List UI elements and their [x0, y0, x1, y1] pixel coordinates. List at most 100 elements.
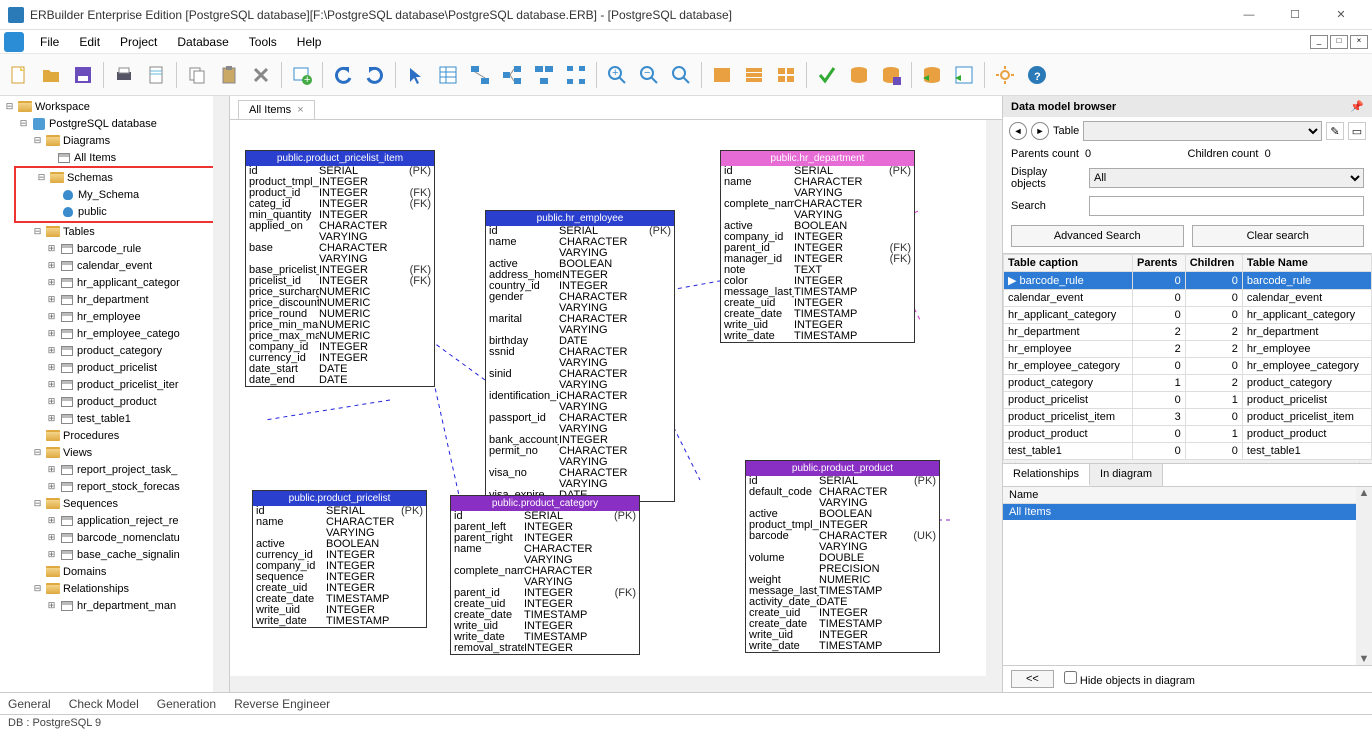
tree-item[interactable]: ⊞calendar_event	[4, 257, 229, 274]
grid-hscroll[interactable]: ◄►	[1003, 460, 1372, 463]
tree-public[interactable]: public	[18, 203, 221, 220]
menu-file[interactable]: File	[30, 31, 69, 53]
table-gen-icon[interactable]	[949, 60, 979, 90]
tab-relationships[interactable]: Relationships	[1003, 464, 1090, 486]
canvas-tab[interactable]: All Items×	[238, 100, 315, 119]
list-vscroll[interactable]: ▲▼	[1356, 487, 1372, 665]
undo-icon[interactable]	[328, 60, 358, 90]
menu-project[interactable]: Project	[110, 31, 167, 53]
btab-general[interactable]: General	[8, 697, 51, 711]
relationships-list[interactable]: Name All Items ▲▼	[1003, 486, 1372, 665]
er-table[interactable]: public.hr_departmentidSERIAL(PK)nameCHAR…	[720, 150, 915, 343]
tree-workspace[interactable]: ⊟Workspace	[4, 98, 229, 115]
tree-scrollbar[interactable]	[213, 96, 229, 692]
table-row[interactable]: product_pricelist01product_pricelist	[1004, 392, 1372, 409]
tree-item[interactable]: ⊞product_product	[4, 393, 229, 410]
table-row[interactable]: hr_department22hr_department	[1004, 324, 1372, 341]
edit-icon[interactable]: ✎	[1326, 122, 1344, 140]
tree-item[interactable]: ⊞product_category	[4, 342, 229, 359]
table-row[interactable]: product_product01product_product	[1004, 426, 1372, 443]
tree-item[interactable]: ⊞hr_department	[4, 291, 229, 308]
tree-sequences[interactable]: ⊟Sequences	[4, 495, 229, 512]
relation4-icon[interactable]	[561, 60, 591, 90]
menu-tools[interactable]: Tools	[239, 31, 287, 53]
tree-item[interactable]: ⊞report_stock_forecas	[4, 478, 229, 495]
canvas-vscroll[interactable]	[986, 120, 1002, 692]
table-row[interactable]: product_pricelist_item30product_pricelis…	[1004, 409, 1372, 426]
tree-item[interactable]: ⊞barcode_rule	[4, 240, 229, 257]
table-row[interactable]: hr_employee22hr_employee	[1004, 341, 1372, 358]
mdi-minimize[interactable]: _	[1310, 35, 1328, 49]
hide-checkbox[interactable]	[1064, 671, 1077, 684]
check-icon[interactable]	[812, 60, 842, 90]
relation2-icon[interactable]	[497, 60, 527, 90]
tree-diagrams[interactable]: ⊟Diagrams	[4, 132, 229, 149]
btab-check[interactable]: Check Model	[69, 697, 139, 711]
table-row[interactable]: ▶ barcode_rule00barcode_rule	[1004, 272, 1372, 290]
menu-edit[interactable]: Edit	[69, 31, 110, 53]
tree-item[interactable]: ⊞hr_employee	[4, 308, 229, 325]
canvas[interactable]: public.product_pricelist_itemidSERIAL(PK…	[230, 120, 1002, 692]
open-icon[interactable]	[36, 60, 66, 90]
zoomin-icon[interactable]: +	[602, 60, 632, 90]
table-select[interactable]	[1083, 121, 1322, 141]
tree-item[interactable]: ⊞hr_department_man	[4, 597, 229, 614]
mdi-restore[interactable]: □	[1330, 35, 1348, 49]
er-table[interactable]: public.product_categoryidSERIAL(PK)paren…	[450, 495, 640, 655]
display-select[interactable]: All	[1089, 168, 1364, 188]
tree-tables[interactable]: ⊟Tables	[4, 223, 229, 240]
canvas-hscroll[interactable]	[230, 676, 1002, 692]
clear-search-button[interactable]: Clear search	[1192, 225, 1365, 247]
zoomfit-icon[interactable]	[666, 60, 696, 90]
adv-search-button[interactable]: Advanced Search	[1011, 225, 1184, 247]
paste-icon[interactable]	[214, 60, 244, 90]
grid-icon[interactable]	[433, 60, 463, 90]
maximize-button[interactable]: ☐	[1272, 0, 1318, 30]
view3-icon[interactable]	[771, 60, 801, 90]
hide-checkbox-label[interactable]: Hide objects in diagram	[1064, 671, 1195, 687]
browser-grid[interactable]: Table captionParentsChildrenTable Name ▶…	[1003, 253, 1372, 463]
tree-item[interactable]: ⊞base_cache_signalin	[4, 546, 229, 563]
delete-icon[interactable]	[246, 60, 276, 90]
tab-indiagram[interactable]: In diagram	[1090, 464, 1163, 486]
tree-item[interactable]: ⊞application_reject_re	[4, 512, 229, 529]
tree-procedures[interactable]: Procedures	[4, 427, 229, 444]
tree-item[interactable]: ⊞product_pricelist	[4, 359, 229, 376]
search-input[interactable]	[1089, 196, 1364, 216]
er-table[interactable]: public.product_pricelist_itemidSERIAL(PK…	[245, 150, 435, 387]
table-row[interactable]: test_table100test_table1	[1004, 443, 1372, 460]
table-row[interactable]: hr_applicant_category00hr_applicant_cate…	[1004, 307, 1372, 324]
table-row[interactable]: hr_employee_category00hr_employee_catego…	[1004, 358, 1372, 375]
new-icon[interactable]	[4, 60, 34, 90]
db-reverse-icon[interactable]	[917, 60, 947, 90]
relation3-icon[interactable]	[529, 60, 559, 90]
tree-views[interactable]: ⊟Views	[4, 444, 229, 461]
tree-domains[interactable]: Domains	[4, 563, 229, 580]
copy-icon[interactable]	[182, 60, 212, 90]
table-add-icon[interactable]: +	[287, 60, 317, 90]
tree-item[interactable]: ⊞test_table1	[4, 410, 229, 427]
zoomout-icon[interactable]: −	[634, 60, 664, 90]
tree-item[interactable]: ⊞hr_applicant_categor	[4, 274, 229, 291]
db-gen-icon[interactable]	[844, 60, 874, 90]
nav-fwd-icon[interactable]: ►	[1031, 122, 1049, 140]
tree-item[interactable]: ⊞barcode_nomenclatu	[4, 529, 229, 546]
tree-item[interactable]: ⊞hr_employee_catego	[4, 325, 229, 342]
tree-db[interactable]: ⊟PostgreSQL database	[4, 115, 229, 132]
tree-item[interactable]: ⊞product_pricelist_iter	[4, 376, 229, 393]
pointer-icon[interactable]	[401, 60, 431, 90]
view1-icon[interactable]	[707, 60, 737, 90]
relation1-icon[interactable]	[465, 60, 495, 90]
table-row[interactable]: product_category12product_category	[1004, 375, 1372, 392]
tree-relationships[interactable]: ⊟Relationships	[4, 580, 229, 597]
nav-back-icon[interactable]: ◄	[1009, 122, 1027, 140]
list-item[interactable]: All Items	[1003, 504, 1372, 520]
er-table[interactable]: public.product_pricelistidSERIAL(PK)name…	[252, 490, 427, 628]
settings-icon[interactable]	[990, 60, 1020, 90]
redo-icon[interactable]	[360, 60, 390, 90]
close-button[interactable]: ✕	[1318, 0, 1364, 30]
pin-icon[interactable]: 📌	[1350, 100, 1364, 113]
close-tab-icon[interactable]: ×	[297, 104, 303, 116]
btab-rev[interactable]: Reverse Engineer	[234, 697, 330, 711]
tree-myschema[interactable]: My_Schema	[18, 186, 221, 203]
